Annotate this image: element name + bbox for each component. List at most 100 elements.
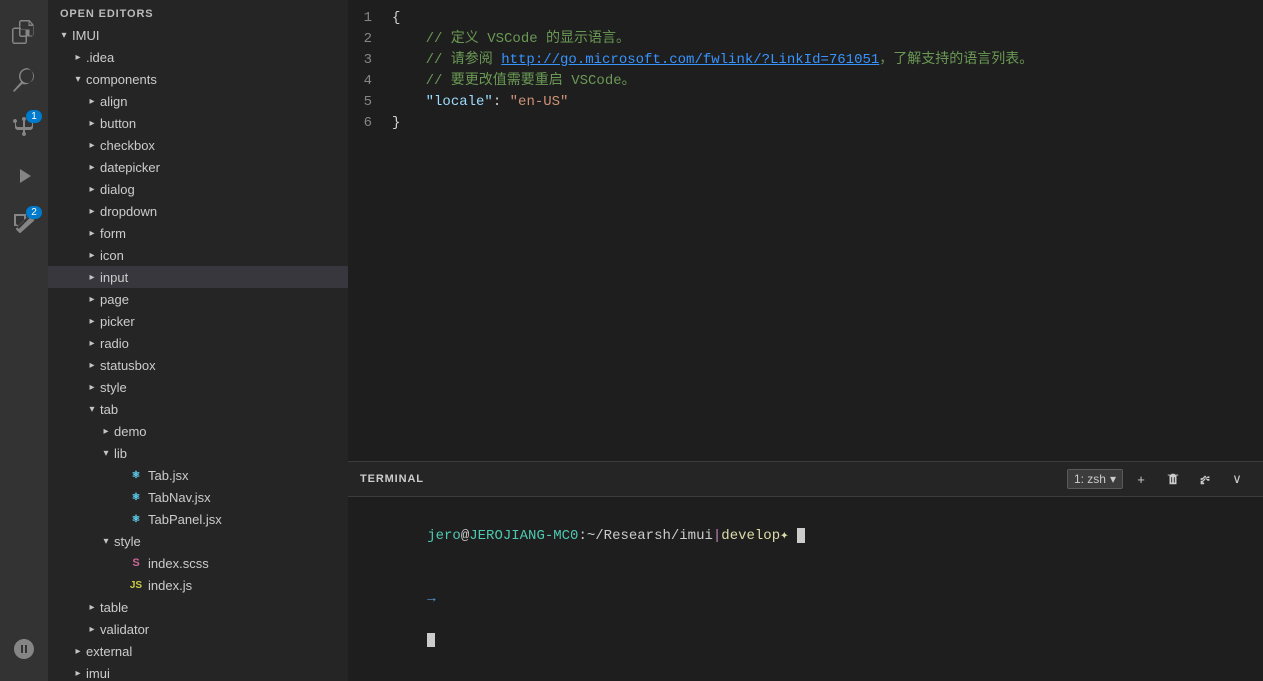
terminal-maximize-button[interactable] — [1191, 468, 1219, 490]
tree-arrow — [70, 665, 86, 681]
tree-item-picker[interactable]: picker — [48, 310, 348, 332]
tree-item-table[interactable]: table — [48, 596, 348, 618]
extensions-icon[interactable]: 2 — [0, 200, 48, 248]
tree-arrow — [84, 621, 100, 637]
code-line: "locale": "en-US" — [392, 92, 1263, 113]
tree-label: icon — [100, 248, 124, 263]
tree-label: TabNav.jsx — [148, 490, 211, 505]
tree-item-checkbox[interactable]: checkbox — [48, 134, 348, 156]
tree-label: IMUI — [72, 28, 99, 43]
file-icon-jsx: ⚛ — [128, 489, 144, 505]
remote-icon[interactable] — [0, 625, 48, 673]
section-title-open-editors: OPEN EDITORS — [48, 0, 348, 24]
tree-item-tab[interactable]: tab — [48, 398, 348, 420]
tree-item-statusbox[interactable]: statusbox — [48, 354, 348, 376]
tree-item-form[interactable]: form — [48, 222, 348, 244]
tree-item-validator[interactable]: validator — [48, 618, 348, 640]
tree-item-index.js[interactable]: JSindex.js — [48, 574, 348, 596]
tree-item-dialog[interactable]: dialog — [48, 178, 348, 200]
tree-item-tab.jsx[interactable]: ⚛Tab.jsx — [48, 464, 348, 486]
tree-arrow — [98, 445, 114, 461]
tree-arrow — [98, 533, 114, 549]
tree-arrow — [84, 313, 100, 329]
tree-label: external — [86, 644, 132, 659]
tree-label: align — [100, 94, 127, 109]
tree-label: validator — [100, 622, 149, 637]
tree-arrow — [84, 335, 100, 351]
file-icon-jsx: ⚛ — [128, 511, 144, 527]
tree-arrow — [84, 225, 100, 241]
tree-item-index.scss[interactable]: Sindex.scss — [48, 552, 348, 574]
terminal-chevron-down-button[interactable]: ∨ — [1223, 468, 1251, 490]
tree-arrow — [84, 291, 100, 307]
terminal-trash-button[interactable] — [1159, 468, 1187, 490]
tree-item-imui[interactable]: IMUI — [48, 24, 348, 46]
tree-item-.idea[interactable]: .idea — [48, 46, 348, 68]
tree-item-style[interactable]: style — [48, 376, 348, 398]
terminal-prompt-line: jero@JEROJIANG-MC0:~/Researsh/imui|devel… — [360, 505, 1251, 568]
tree-item-lib[interactable]: lib — [48, 442, 348, 464]
line-number: 4 — [348, 71, 372, 92]
code-content[interactable]: { // 定义 VSCode 的显示语言。 // 请参阅 http://go.m… — [388, 8, 1263, 453]
tree-label: components — [86, 72, 157, 87]
terminal-header: TERMINAL 1: zsh ▾ + ∨ — [348, 462, 1263, 497]
terminal-body[interactable]: jero@JEROJIANG-MC0:~/Researsh/imui|devel… — [348, 497, 1263, 681]
tree-arrow — [84, 159, 100, 175]
file-tree: IMUI .idea components align button checkbox da… — [48, 24, 348, 681]
editor-area: 123456 { // 定义 VSCode 的显示语言。 // 请参阅 http… — [348, 0, 1263, 461]
tree-arrow — [84, 401, 100, 417]
tree-label: datepicker — [100, 160, 160, 175]
sidebar: OPEN EDITORS IMUI .idea components align but… — [48, 0, 348, 681]
tree-label: statusbox — [100, 358, 156, 373]
tree-arrow — [84, 137, 100, 153]
tree-item-tabpanel.jsx[interactable]: ⚛TabPanel.jsx — [48, 508, 348, 530]
tree-arrow — [70, 49, 86, 65]
tree-label: table — [100, 600, 128, 615]
tree-item-button[interactable]: button — [48, 112, 348, 134]
tree-arrow — [56, 27, 72, 43]
terminal-panel: TERMINAL 1: zsh ▾ + ∨ jero@JEROJIANG-MC0… — [348, 461, 1263, 681]
tree-arrow — [84, 357, 100, 373]
code-line: // 定义 VSCode 的显示语言。 — [392, 29, 1263, 50]
tree-item-external[interactable]: external — [48, 640, 348, 662]
tree-item-style[interactable]: style — [48, 530, 348, 552]
search-icon[interactable] — [0, 56, 48, 104]
tree-item-imui[interactable]: imui — [48, 662, 348, 681]
tree-item-radio[interactable]: radio — [48, 332, 348, 354]
terminal-branch: develop — [721, 528, 780, 544]
activity-bar: 1 2 — [0, 0, 48, 681]
tree-item-align[interactable]: align — [48, 90, 348, 112]
files-icon[interactable] — [0, 8, 48, 56]
tree-item-components[interactable]: components — [48, 68, 348, 90]
tree-label: imui — [86, 666, 110, 681]
tree-item-dropdown[interactable]: dropdown — [48, 200, 348, 222]
tree-label: .idea — [86, 50, 114, 65]
line-numbers: 123456 — [348, 8, 388, 453]
terminal-shell-chevron-icon: ▾ — [1110, 472, 1116, 486]
tree-item-tabnav.jsx[interactable]: ⚛ TabNav.jsx — [48, 486, 348, 508]
code-line: { — [392, 8, 1263, 29]
source-control-icon[interactable]: 1 — [0, 104, 48, 152]
tree-arrow — [84, 93, 100, 109]
tree-arrow — [70, 643, 86, 659]
terminal-user: jero — [427, 528, 461, 544]
tree-arrow — [84, 599, 100, 615]
line-number: 2 — [348, 29, 372, 50]
tree-item-datepicker[interactable]: datepicker — [48, 156, 348, 178]
tree-label: index.js — [148, 578, 192, 593]
tree-label: radio — [100, 336, 129, 351]
tree-item-icon[interactable]: icon — [48, 244, 348, 266]
run-icon[interactable] — [0, 152, 48, 200]
tree-label: lib — [114, 446, 127, 461]
tree-item-input[interactable]: input — [48, 266, 348, 288]
terminal-add-button[interactable]: + — [1127, 468, 1155, 490]
source-control-badge: 1 — [26, 110, 42, 123]
terminal-host: JEROJIANG-MC0 — [469, 528, 578, 544]
terminal-title: TERMINAL — [360, 473, 1067, 485]
tree-label: Tab.jsx — [148, 468, 188, 483]
terminal-shell-dropdown[interactable]: 1: zsh ▾ — [1067, 469, 1123, 489]
tree-arrow — [84, 115, 100, 131]
tree-item-page[interactable]: page — [48, 288, 348, 310]
tree-label: checkbox — [100, 138, 155, 153]
tree-item-demo[interactable]: demo — [48, 420, 348, 442]
